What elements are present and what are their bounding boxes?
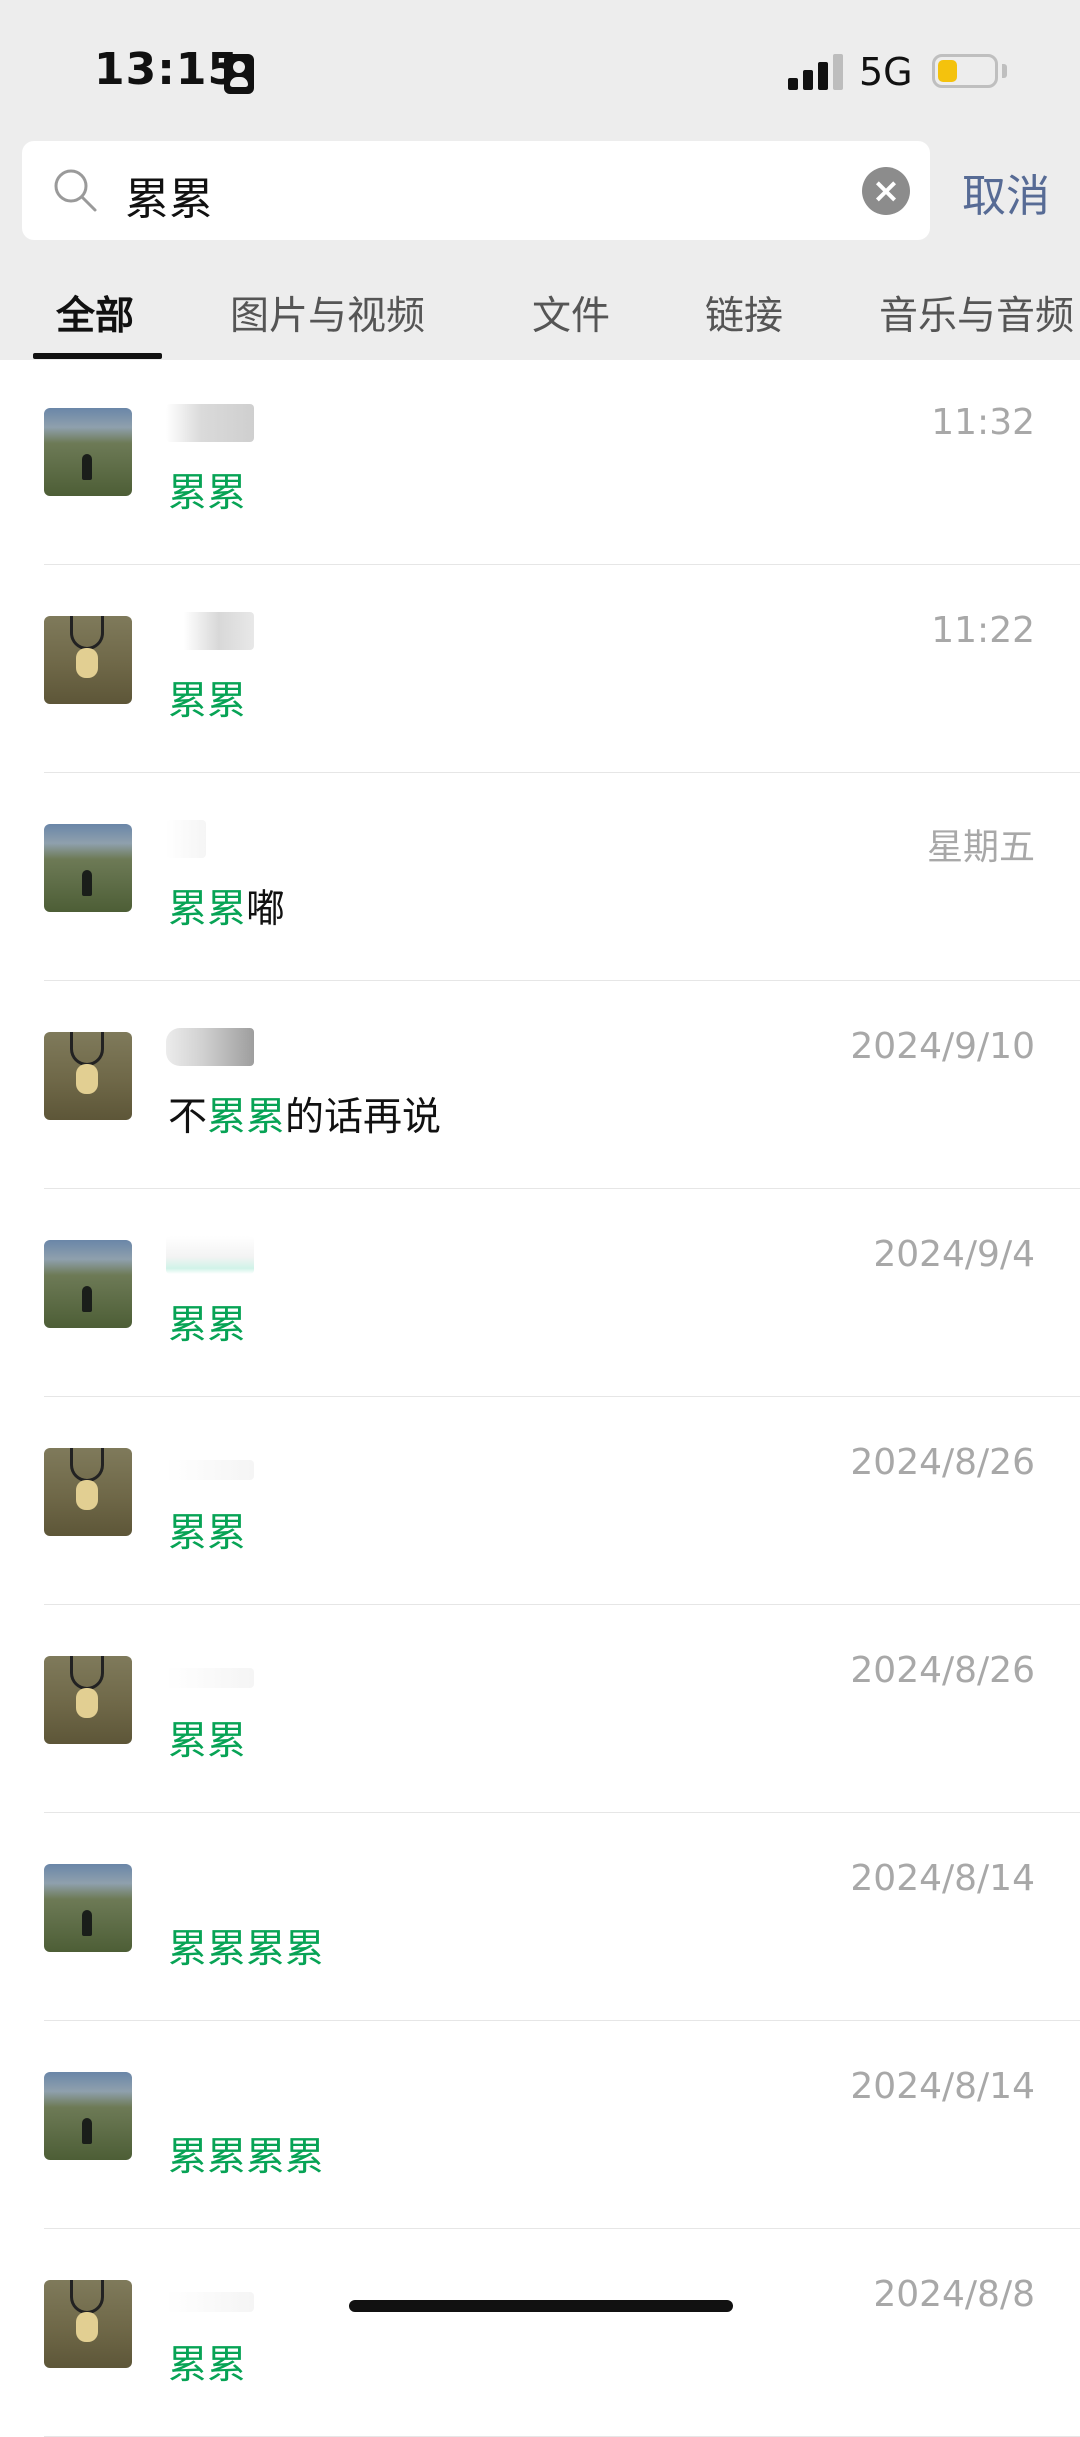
row-divider [44, 564, 1080, 565]
home-indicator[interactable] [349, 2300, 733, 2312]
tab-files[interactable]: 文件 [532, 285, 610, 341]
field-photo-avatar[interactable] [44, 824, 132, 912]
teddy-bear-avatar[interactable] [44, 1656, 132, 1744]
message-snippet: 累累累累 [168, 1918, 324, 1974]
redacted-contact-name [166, 1236, 254, 1274]
tab-music-audio[interactable]: 音乐与音频 [879, 285, 1074, 341]
snippet-text: 的话再说 [285, 1095, 442, 1140]
keyword-highlight: 累累 [168, 887, 247, 932]
teddy-bear-avatar[interactable] [44, 616, 132, 704]
message-snippet: 累累嘟 [168, 878, 285, 934]
result-row[interactable]: 累累 2024/8/8 [0, 2230, 1080, 2437]
signal-icon [788, 54, 844, 90]
redacted-contact-name [166, 404, 254, 442]
field-photo-avatar[interactable] [44, 408, 132, 496]
message-snippet: 累累 [168, 462, 246, 518]
message-date: 2024/8/8 [873, 2274, 1035, 2315]
redacted-contact-name [166, 2292, 254, 2312]
row-divider [44, 1812, 1080, 1813]
row-divider [44, 2020, 1080, 2021]
field-photo-avatar[interactable] [44, 1240, 132, 1328]
message-date: 星期五 [926, 827, 1035, 868]
search-icon [54, 169, 97, 212]
result-row[interactable]: 累累 2024/9/4 [0, 1190, 1080, 1397]
tab-all[interactable]: 全部 [56, 285, 134, 341]
search-bar[interactable]: 累累 × [22, 141, 930, 240]
result-row[interactable]: 不累累的话再说 2024/9/10 [0, 982, 1080, 1189]
teddy-bear-avatar[interactable] [44, 1032, 132, 1120]
keyword-highlight: 累累 [168, 1511, 247, 1556]
message-date: 2024/8/14 [850, 2066, 1035, 2107]
redacted-contact-name [166, 820, 206, 858]
row-divider [44, 772, 1080, 773]
message-date: 2024/9/4 [873, 1234, 1035, 1275]
status-time: 13:15 [94, 44, 240, 95]
message-snippet: 累累 [168, 1710, 246, 1766]
keyword-highlight: 累累 [168, 1719, 247, 1764]
keyword-highlight: 累累 [207, 1095, 286, 1140]
contact-card-icon [224, 54, 254, 94]
redacted-contact-name [166, 1460, 254, 1480]
message-snippet: 累累 [168, 1294, 246, 1350]
row-divider [44, 1188, 1080, 1189]
result-row[interactable]: 累累嘟 星期五 [0, 774, 1080, 981]
teddy-bear-avatar[interactable] [44, 1448, 132, 1536]
keyword-highlight: 累累 [168, 679, 247, 724]
snippet-text: 嘟 [246, 887, 286, 932]
message-date: 11:32 [931, 402, 1035, 443]
result-row[interactable]: 累累 2024/8/26 [0, 1398, 1080, 1605]
cancel-button[interactable]: 取消 [962, 160, 1050, 224]
message-snippet: 不累累的话再说 [168, 1086, 441, 1142]
keyword-highlight: 累累 [168, 471, 247, 516]
clear-search-button[interactable]: × [862, 167, 910, 215]
redacted-contact-name [166, 1028, 254, 1066]
keyword-highlight: 累累 [168, 2343, 247, 2388]
keyword-highlight: 累累累累 [168, 2135, 325, 2180]
message-snippet: 累累 [168, 670, 246, 726]
field-photo-avatar[interactable] [44, 1864, 132, 1952]
result-row[interactable]: 累累 11:22 [0, 566, 1080, 773]
keyword-highlight: 累累 [168, 1303, 247, 1348]
network-label: 5G [859, 50, 913, 94]
result-row[interactable]: 累累累累 2024/8/14 [0, 1814, 1080, 2021]
battery-cap [1002, 64, 1007, 78]
search-input[interactable]: 累累 [125, 163, 213, 227]
result-row[interactable]: 累累累累 2024/8/14 [0, 2022, 1080, 2229]
field-photo-avatar[interactable] [44, 2072, 132, 2160]
tab-images-videos[interactable]: 图片与视频 [230, 285, 425, 341]
row-divider [44, 1396, 1080, 1397]
battery-icon [932, 54, 998, 88]
message-snippet: 累累累累 [168, 2126, 324, 2182]
message-date: 11:22 [931, 610, 1035, 651]
message-date: 2024/8/26 [850, 1650, 1035, 1691]
result-row[interactable]: 累累 11:32 [0, 358, 1080, 565]
row-divider [44, 1604, 1080, 1605]
redacted-contact-name [166, 1668, 254, 1688]
tab-links[interactable]: 链接 [705, 285, 783, 341]
message-snippet: 累累 [168, 1502, 246, 1558]
keyword-highlight: 累累累累 [168, 1927, 325, 1972]
message-date: 2024/8/26 [850, 1442, 1035, 1483]
message-snippet: 累累 [168, 2334, 246, 2390]
result-row[interactable]: 累累 2024/8/26 [0, 1606, 1080, 1813]
message-date: 2024/8/14 [850, 1858, 1035, 1899]
row-divider [44, 980, 1080, 981]
snippet-text: 不 [168, 1095, 208, 1140]
message-date: 2024/9/10 [850, 1026, 1035, 1067]
redacted-contact-name [166, 612, 254, 650]
row-divider [44, 2228, 1080, 2229]
teddy-bear-avatar[interactable] [44, 2280, 132, 2368]
